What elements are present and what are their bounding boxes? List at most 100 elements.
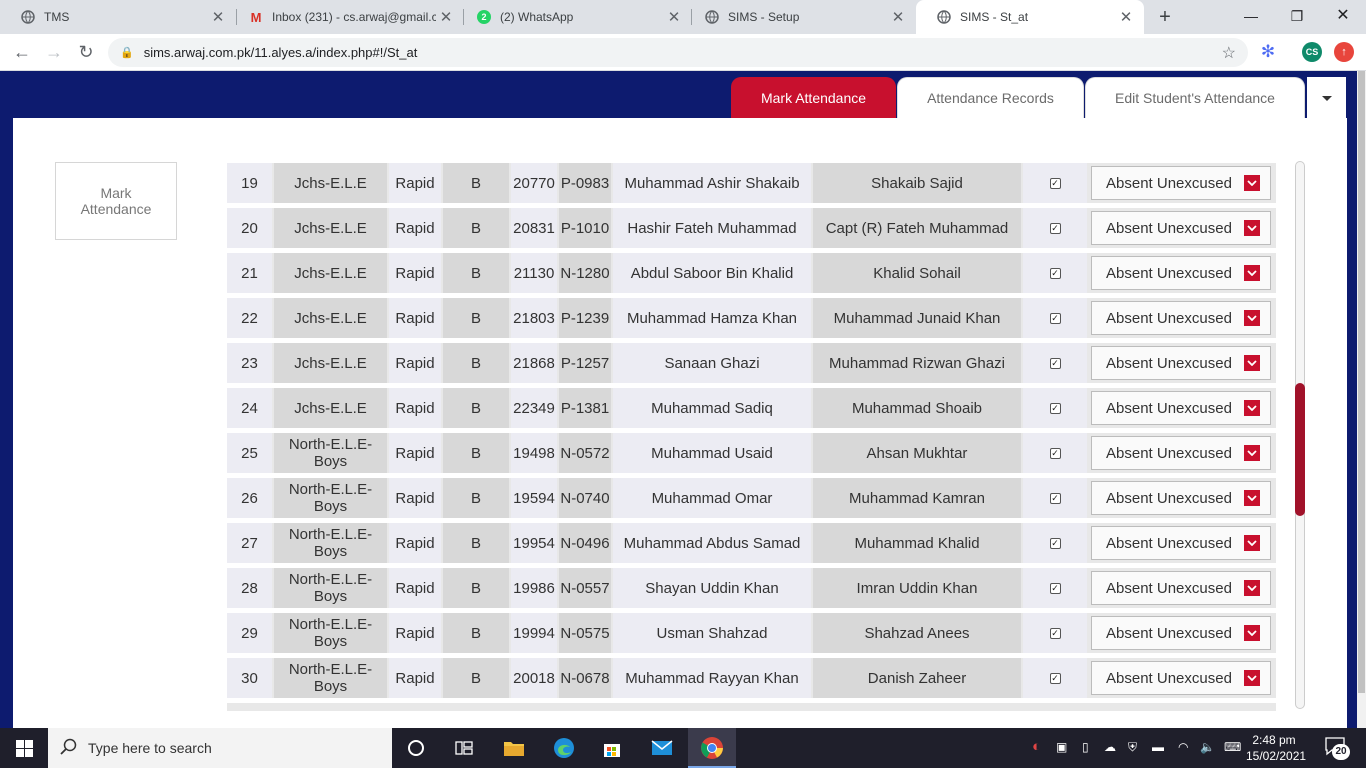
volume-icon[interactable]: 🔈	[1200, 740, 1215, 754]
roll-number-cell: N-0678	[559, 658, 611, 698]
close-icon[interactable]: ✕	[208, 8, 228, 26]
present-checkbox[interactable]: ✓	[1049, 627, 1061, 639]
edge-icon[interactable]	[552, 736, 576, 760]
present-checkbox[interactable]: ✓	[1049, 537, 1061, 549]
antivirus-icon[interactable]: ◐	[1032, 738, 1041, 755]
browser-tab-gmail[interactable]: M Inbox (231) - cs.arwaj@gmail.com ✕	[228, 0, 464, 34]
profile-avatar[interactable]: CS	[1302, 42, 1322, 62]
student-name-cell: Muhammad Usaid	[613, 433, 811, 473]
close-icon[interactable]: ✕	[664, 8, 684, 26]
power-icon[interactable]: ▬	[1152, 740, 1164, 754]
page-scrollbar-thumb[interactable]	[1358, 71, 1365, 693]
clock-time: 2:48 pm	[1252, 733, 1296, 747]
program-cell: Rapid	[389, 568, 441, 608]
wifi-icon[interactable]: ◠	[1178, 740, 1188, 754]
system-clock[interactable]: 2:48 pm 15/02/2021	[1246, 732, 1306, 764]
store-icon[interactable]	[600, 736, 624, 760]
minimize-icon[interactable]: —	[1228, 4, 1274, 28]
present-checkbox[interactable]: ✓	[1049, 672, 1061, 684]
father-name-cell: Shahzad Anees	[813, 613, 1021, 653]
browser-tab-sims-setup[interactable]: SIMS - Setup ✕	[684, 0, 916, 34]
tab-attendance-records[interactable]: Attendance Records	[897, 77, 1084, 118]
mail-icon[interactable]	[650, 736, 674, 760]
restore-icon[interactable]: ❐	[1274, 4, 1320, 28]
attendance-status-select[interactable]: Absent Unexcused	[1091, 346, 1271, 380]
serial-cell: 21	[227, 253, 272, 293]
people-icon[interactable]: ▣	[1056, 740, 1067, 754]
extension-icon[interactable]: ✻	[1258, 42, 1278, 62]
side-card-mark-attendance[interactable]: Mark Attendance	[55, 162, 177, 240]
attendance-status-value: Absent Unexcused	[1106, 309, 1232, 327]
cortana-icon[interactable]	[404, 736, 428, 760]
browser-tab-title: TMS	[44, 10, 70, 24]
roll-number-cell: P-0983	[559, 163, 611, 203]
attendance-status-select[interactable]: Absent Unexcused	[1091, 301, 1271, 335]
roll-number-cell: P-1257	[559, 343, 611, 383]
attendance-status-select[interactable]: Absent Unexcused	[1091, 571, 1271, 605]
table-row: 25 North-E.L.E-Boys Rapid B 19498 N-0572 Muham…	[227, 433, 1276, 473]
address-bar[interactable]: 🔒 sims.arwaj.com.pk/11.alyes.a/index.php…	[108, 38, 1248, 67]
attendance-status-select[interactable]: Absent Unexcused	[1091, 526, 1271, 560]
attendance-status-value: Absent Unexcused	[1106, 669, 1232, 687]
attendance-status-select[interactable]: Absent Unexcused	[1091, 211, 1271, 245]
attendance-status-select[interactable]: Absent Unexcused	[1091, 616, 1271, 650]
new-tab-button[interactable]: +	[1154, 6, 1176, 28]
browser-tab-tms[interactable]: TMS ✕	[0, 0, 236, 34]
present-checkbox[interactable]: ✓	[1049, 312, 1061, 324]
present-checkbox[interactable]: ✓	[1049, 267, 1061, 279]
reload-icon[interactable]: ↻	[74, 40, 98, 64]
attendance-status-select[interactable]: Absent Unexcused	[1091, 391, 1271, 425]
tab-mark-attendance[interactable]: Mark Attendance	[731, 77, 896, 118]
present-checkbox-cell: ✓	[1023, 253, 1087, 293]
present-checkbox[interactable]: ✓	[1049, 402, 1061, 414]
student-id-cell: 19498	[511, 433, 557, 473]
present-checkbox[interactable]: ✓	[1049, 222, 1061, 234]
present-checkbox[interactable]: ✓	[1049, 357, 1061, 369]
table-scrollbar-thumb[interactable]	[1295, 383, 1305, 516]
browser-tab-whatsapp[interactable]: 2 (2) WhatsApp ✕	[456, 0, 692, 34]
update-icon[interactable]: ↑	[1334, 42, 1354, 62]
keyboard-icon[interactable]: ⌨	[1224, 740, 1241, 754]
table-scrollbar[interactable]	[1295, 161, 1305, 709]
program-cell: Rapid	[389, 613, 441, 653]
roll-number-cell: N-0572	[559, 433, 611, 473]
present-checkbox[interactable]: ✓	[1049, 492, 1061, 504]
close-icon[interactable]: ✕	[436, 8, 456, 26]
notification-center-button[interactable]: 20	[1324, 736, 1350, 760]
tab-menu-button[interactable]	[1307, 77, 1346, 118]
section-cell: B	[443, 478, 509, 518]
attendance-status-value: Absent Unexcused	[1106, 489, 1232, 507]
attendance-status-select[interactable]: Absent Unexcused	[1091, 481, 1271, 515]
back-icon[interactable]: ←	[10, 40, 34, 64]
bookmark-star-icon[interactable]: ☆	[1222, 43, 1236, 63]
battery-icon[interactable]: ▯	[1082, 740, 1089, 754]
present-checkbox[interactable]: ✓	[1049, 177, 1061, 189]
windows-start-icon[interactable]	[12, 736, 36, 760]
attendance-status-select[interactable]: Absent Unexcused	[1091, 661, 1271, 695]
attendance-status-select[interactable]: Absent Unexcused	[1091, 436, 1271, 470]
attendance-status-value: Absent Unexcused	[1106, 354, 1232, 372]
table-row: 21 Jchs-E.L.E Rapid B 21130 N-1280 Abdul Saboo…	[227, 253, 1276, 293]
file-explorer-icon[interactable]	[502, 736, 526, 760]
student-id-cell: 20770	[511, 163, 557, 203]
program-cell: Rapid	[389, 163, 441, 203]
security-icon[interactable]: ⛨	[1128, 740, 1137, 755]
task-view-icon[interactable]	[452, 736, 476, 760]
forward-icon[interactable]: →	[42, 40, 66, 64]
taskbar-search-box[interactable]: Type here to search	[48, 728, 392, 768]
window-close-icon[interactable]: ✕	[1320, 4, 1366, 28]
attendance-status-select[interactable]: Absent Unexcused	[1091, 256, 1271, 290]
cloud-icon[interactable]: ☁	[1104, 740, 1116, 754]
section-cell: B	[443, 163, 509, 203]
close-icon[interactable]: ✕	[1116, 8, 1136, 26]
present-checkbox[interactable]: ✓	[1049, 582, 1061, 594]
serial-cell: 23	[227, 343, 272, 383]
attendance-status-select[interactable]: Absent Unexcused	[1091, 166, 1271, 200]
page-scrollbar[interactable]	[1357, 71, 1366, 728]
close-icon[interactable]: ✕	[888, 8, 908, 26]
tab-edit-students-attendance[interactable]: Edit Student's Attendance	[1085, 77, 1305, 118]
browser-tab-sims-st-at[interactable]: SIMS - St_at ✕	[916, 0, 1144, 34]
chrome-taskbar-button[interactable]	[688, 728, 736, 768]
program-cell: Rapid	[389, 343, 441, 383]
present-checkbox[interactable]: ✓	[1049, 447, 1061, 459]
